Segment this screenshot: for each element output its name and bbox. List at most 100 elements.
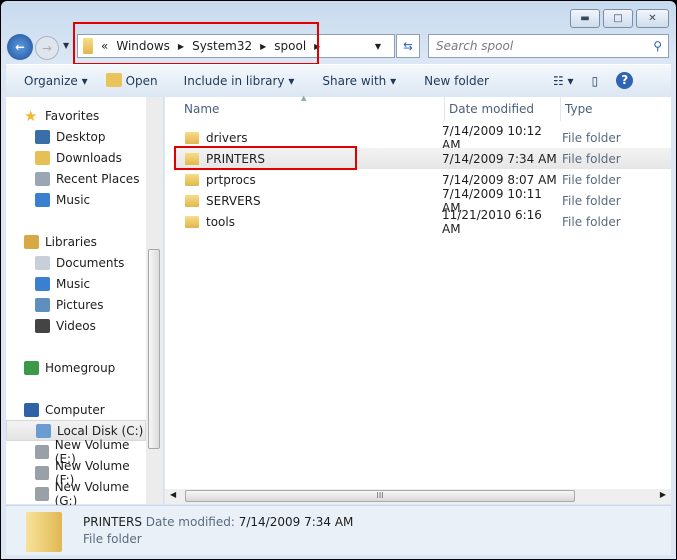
refresh-button[interactable]: ⇆ — [396, 34, 420, 58]
help-icon[interactable]: ? — [616, 72, 634, 89]
file-date: 11/21/2010 6:16 AM — [442, 207, 542, 236]
nav-item-label: New Volume (G:) — [54, 479, 130, 508]
folder-icon — [185, 215, 199, 228]
horizontal-scrollbar[interactable]: ◀ III ▶ — [165, 489, 671, 504]
back-button[interactable]: ← — [7, 34, 33, 60]
details-type: File folder — [83, 532, 142, 546]
drive-icon — [35, 444, 49, 459]
details-name: PRINTERS — [83, 515, 142, 529]
file-name: tools — [206, 214, 235, 229]
details-pane: PRINTERS Date modified: 7/14/2009 7:34 A… — [6, 505, 671, 555]
nav-vertical-scrollbar[interactable] — [146, 97, 163, 504]
nav-item-label: Favorites — [45, 108, 100, 123]
nav-item-new-volume-g[interactable]: New Volume (G:) — [6, 480, 146, 508]
nav-item-label: Music — [56, 276, 91, 291]
music-icon — [35, 276, 50, 291]
scroll-left-icon[interactable]: ◀ — [170, 490, 176, 499]
nav-item-label: Computer — [45, 402, 105, 417]
nav-item-homegroup[interactable]: Homegroup — [6, 357, 146, 378]
file-name: drivers — [206, 130, 248, 145]
pictures-icon — [35, 297, 50, 312]
open-folder-icon — [105, 73, 122, 87]
nav-item-label: Pictures — [56, 297, 104, 312]
details-date-label: Date modified: — [145, 515, 235, 529]
file-type: File folder — [562, 193, 621, 208]
scroll-thumb[interactable]: III — [185, 490, 575, 502]
drive-icon — [35, 486, 49, 501]
file-row[interactable]: drivers 7/14/2009 10:12 AM File folder — [175, 124, 671, 152]
navigation-pane: ★ Favorites Desktop Downloads Recent Places M… — [6, 97, 164, 508]
column-date-modified[interactable]: Date modified — [444, 97, 534, 121]
preview-pane-icon[interactable]: ▯ — [592, 74, 599, 88]
nav-item-documents[interactable]: Documents — [6, 252, 146, 273]
sort-ascending-icon: ▲ — [301, 94, 307, 102]
nav-item-videos[interactable]: Videos — [6, 315, 146, 336]
maximize-button[interactable]: □ — [603, 9, 633, 28]
file-type: File folder — [562, 172, 621, 187]
open-button[interactable]: Open — [105, 73, 158, 88]
nav-item-label: Documents — [56, 255, 125, 270]
nav-item-downloads[interactable]: Downloads — [6, 147, 146, 168]
scroll-right-icon[interactable]: ▶ — [660, 490, 666, 499]
large-folder-icon — [26, 512, 62, 552]
nav-item-label: Desktop — [56, 129, 106, 144]
new-folder-button[interactable]: New folder — [424, 74, 489, 88]
file-name: SERVERS — [206, 193, 261, 208]
computer-icon — [24, 402, 39, 417]
view-options-icon[interactable]: ☷ ▾ — [553, 74, 574, 88]
nav-item-label: Libraries — [45, 234, 97, 249]
nav-item-music[interactable]: Music — [6, 273, 146, 294]
details-date: 7/14/2009 7:34 AM — [238, 515, 354, 529]
nav-item-libraries[interactable]: Libraries — [6, 231, 146, 252]
share-with-button[interactable]: Share with ▾ — [322, 74, 396, 88]
close-button[interactable]: ✕ — [636, 9, 669, 28]
file-row[interactable]: SERVERS 7/14/2009 10:11 AM File folder — [175, 187, 671, 215]
column-type[interactable]: Type — [560, 97, 593, 121]
nav-item-label: Music — [56, 192, 91, 207]
minimize-button[interactable]: ▬ — [570, 9, 600, 28]
downloads-icon — [35, 150, 50, 165]
forward-button[interactable]: → — [35, 36, 59, 60]
nav-item-music[interactable]: Music — [6, 189, 146, 210]
nav-item-label: Recent Places — [56, 171, 140, 186]
printers-highlight-box — [174, 146, 357, 170]
explorer-window: ▬ □ ✕ ← → ▼ « Windows ▶ System32 ▶ spool ▶ … — [1, 1, 676, 559]
scroll-thumb[interactable] — [148, 249, 160, 449]
folder-icon — [185, 194, 199, 207]
file-type: File folder — [562, 214, 621, 229]
folder-icon — [185, 173, 199, 186]
search-input[interactable]: Search spool ⚲ — [428, 34, 669, 58]
nav-item-label: Local Disk (C:) — [57, 423, 144, 438]
command-bar: Organize ▾ Open Include in library ▾ Sha… — [6, 64, 671, 96]
nav-item-favorites[interactable]: ★ Favorites — [6, 105, 146, 126]
column-name[interactable]: Name — [184, 97, 219, 121]
nav-item-pictures[interactable]: Pictures — [6, 294, 146, 315]
documents-icon — [35, 255, 50, 270]
nav-item-desktop[interactable]: Desktop — [6, 126, 146, 147]
file-date: 7/14/2009 8:07 AM — [442, 172, 557, 187]
file-row[interactable]: prtprocs 7/14/2009 8:07 AM File folder — [175, 169, 671, 190]
file-name: prtprocs — [206, 172, 256, 187]
local-disk-icon — [36, 423, 51, 438]
libraries-icon — [24, 234, 39, 249]
folder-icon — [185, 131, 199, 144]
nav-item-label: Homegroup — [45, 360, 116, 375]
drive-icon — [35, 465, 49, 480]
file-type: File folder — [562, 130, 621, 145]
recent-places-icon — [35, 171, 50, 186]
include-in-library-button[interactable]: Include in library ▾ — [184, 74, 295, 88]
recent-pages-dropdown[interactable]: ▼ — [63, 41, 69, 50]
desktop-icon — [35, 129, 50, 144]
videos-icon — [35, 318, 50, 333]
music-icon — [35, 192, 50, 207]
nav-item-label: Downloads — [56, 150, 122, 165]
homegroup-icon — [24, 360, 39, 375]
search-icon[interactable]: ⚲ — [653, 39, 662, 53]
nav-item-recent-places[interactable]: Recent Places — [6, 168, 146, 189]
file-type: File folder — [562, 151, 621, 166]
organize-button[interactable]: Organize ▾ — [24, 74, 88, 88]
nav-item-computer[interactable]: Computer — [6, 399, 146, 420]
file-date: 7/14/2009 7:34 AM — [442, 151, 557, 166]
address-dropdown-icon[interactable]: ▼ — [375, 42, 381, 51]
file-row[interactable]: tools 11/21/2010 6:16 AM File folder — [175, 208, 671, 236]
